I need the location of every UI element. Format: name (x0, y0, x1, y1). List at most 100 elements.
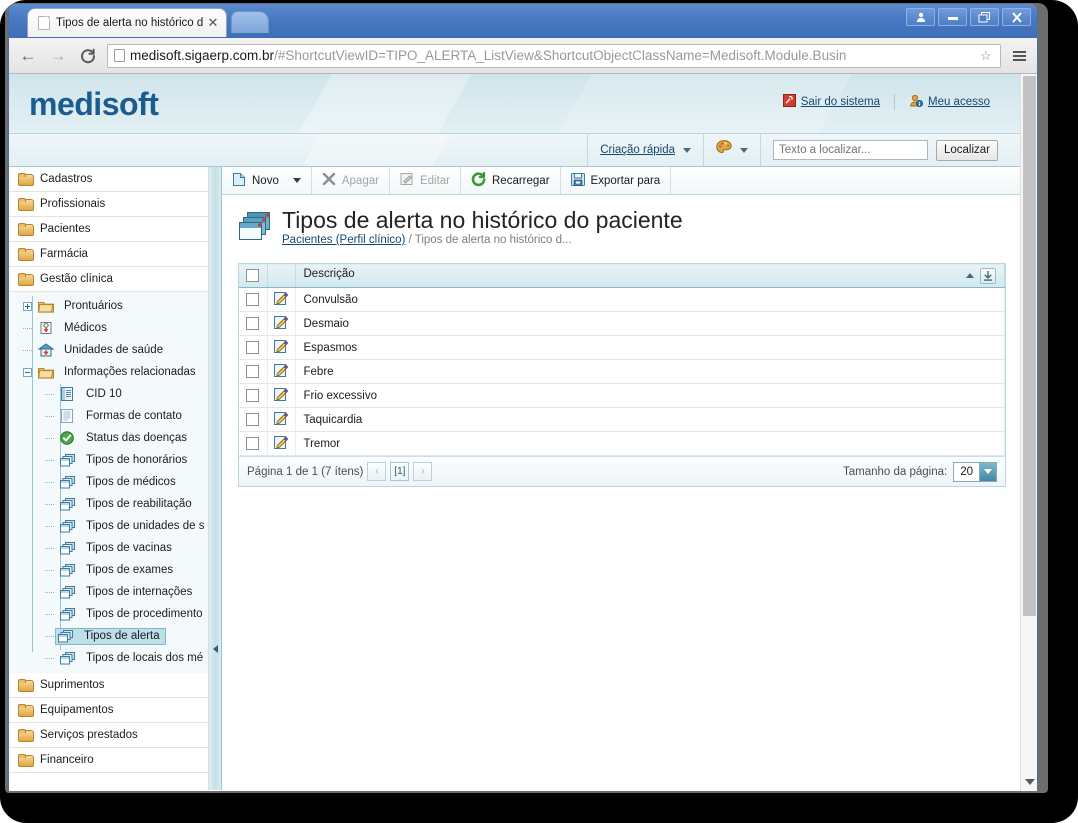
sidebar-tree-item-tipos-de-alerta[interactable]: Tipos de alerta (9, 625, 208, 647)
palette-icon[interactable] (716, 140, 732, 160)
page-size-dropdown-icon[interactable] (979, 462, 996, 481)
row-checkbox[interactable] (246, 437, 260, 450)
sidebar-tree-item-tipos-de-unidades-de-s[interactable]: Tipos de unidades de s (9, 515, 208, 537)
sidebar-tree-item-formas-de-contato[interactable]: Formas de contato (9, 405, 208, 427)
browser-tab[interactable]: Tipos de alerta no histórico d ✕ (27, 8, 227, 37)
page-size-select[interactable]: 20 (953, 461, 997, 482)
sidebar-item-3[interactable]: Farmácia (9, 242, 208, 267)
sidebar-tree-item-status-das-doen-as[interactable]: Status das doenças (9, 427, 208, 449)
edit-row-icon[interactable] (273, 363, 289, 381)
edit-button[interactable]: Editar (390, 167, 461, 194)
sidebar-splitter[interactable] (209, 167, 222, 790)
column-chooser-icon[interactable] (980, 267, 996, 284)
bookmark-star-icon[interactable]: ☆ (980, 48, 996, 64)
new-dropdown-icon[interactable] (292, 178, 301, 183)
collapse-icon[interactable] (23, 367, 32, 377)
export-button[interactable]: Exportar para (561, 167, 672, 194)
forward-icon[interactable]: → (47, 45, 69, 67)
next-page-button[interactable]: › (413, 462, 433, 481)
grid-table: Descrição Convulsão Desmaio Espasmos Feb… (239, 263, 1005, 456)
edit-row-icon[interactable] (273, 291, 289, 309)
row-checkbox[interactable] (246, 389, 260, 402)
sidebar-item-0[interactable]: Cadastros (9, 167, 208, 192)
sidebar-tree-item-tipos-de-locais-dos-m[interactable]: Tipos de locais dos mé (9, 647, 208, 669)
delete-button-label: Apagar (341, 174, 379, 187)
quick-create-link[interactable]: Criação rápida (600, 144, 675, 156)
edit-row-icon[interactable] (273, 411, 289, 429)
search-input[interactable] (773, 140, 928, 160)
page-1-button[interactable]: [1] (390, 462, 410, 481)
edit-row-icon[interactable] (273, 387, 289, 405)
theme-cell[interactable] (703, 134, 760, 166)
minimize-window-button[interactable] (938, 8, 967, 26)
sidebar-tree-item-tipos-de-honor-rios[interactable]: Tipos de honorários (9, 449, 208, 471)
table-row[interactable]: Frio excessivo (239, 383, 1005, 408)
reload-button[interactable]: Recarregar (461, 167, 561, 194)
browser-menu-icon[interactable] (1009, 50, 1029, 61)
logout-label: Sair do sistema (800, 96, 880, 108)
row-checkbox[interactable] (246, 293, 260, 306)
chevron-down-icon-theme[interactable] (740, 147, 748, 153)
sidebar-tree-item-unidades-de-sa-de[interactable]: Unidades de saúde (9, 339, 208, 361)
sidebar-tree-item-tipos-de-m-dicos[interactable]: Tipos de médicos (9, 471, 208, 493)
close-window-button[interactable] (1002, 8, 1031, 26)
edit-row-icon[interactable] (273, 339, 289, 357)
sidebar-tree-item-prontu-rios[interactable]: Prontuários (9, 295, 208, 317)
table-row[interactable]: Febre (239, 359, 1005, 384)
sidebar-item-bottom-0[interactable]: Suprimentos (9, 673, 208, 698)
new-tab-button[interactable] (231, 11, 269, 33)
sidebar-item-2[interactable]: Pacientes (9, 217, 208, 242)
sidebar-tree-item-tipos-de-procedimento[interactable]: Tipos de procedimento (9, 603, 208, 625)
page-scrollbar-thumb[interactable] (1023, 76, 1036, 616)
new-button[interactable]: Novo (222, 167, 312, 194)
breadcrumb-parent-link[interactable]: Pacientes (Perfil clínico) (282, 234, 405, 246)
descricao-column-header[interactable]: Descrição (295, 263, 1005, 288)
edit-row-icon[interactable] (273, 315, 289, 333)
row-checkbox[interactable] (246, 341, 260, 354)
sidebar-tree-item-m-dicos[interactable]: Médicos (9, 317, 208, 339)
reload-icon[interactable] (77, 45, 99, 67)
search-button[interactable]: Localizar (936, 139, 998, 161)
sidebar-tree-item-tipos-de-reabilita-o[interactable]: Tipos de reabilitação (9, 493, 208, 515)
table-row[interactable]: Tremor (239, 431, 1005, 456)
previous-page-button[interactable]: ‹ (367, 462, 387, 481)
row-checkbox[interactable] (246, 413, 260, 426)
address-bar[interactable]: medisoft.sigaerp.com.br/#ShortcutViewID=… (107, 43, 1001, 68)
sidebar-item-4[interactable]: Gestão clínica (9, 267, 208, 292)
chevron-down-icon[interactable] (683, 147, 691, 153)
scroll-down-icon[interactable] (1025, 779, 1035, 785)
app-subheader: Criação rápida Texto a localizar... Loca… (9, 134, 1022, 167)
select-all-checkbox[interactable] (246, 269, 260, 282)
sidebar-item-bottom-2[interactable]: Serviços prestados (9, 723, 208, 748)
sidebar-item-bottom-3[interactable]: Financeiro (9, 748, 208, 773)
collapse-sidebar-icon[interactable] (213, 645, 218, 653)
user-profile-icon[interactable] (906, 8, 935, 26)
page-scrollbar[interactable] (1020, 74, 1037, 791)
restore-window-button[interactable] (970, 8, 999, 26)
row-checkbox[interactable] (246, 365, 260, 378)
edit-row-icon[interactable] (273, 435, 289, 453)
row-checkbox[interactable] (246, 317, 260, 330)
back-icon[interactable]: ← (17, 45, 39, 67)
table-row[interactable]: Convulsão (239, 287, 1005, 312)
sidebar-tree-item-cid-10[interactable]: CID 10 (9, 383, 208, 405)
close-tab-icon[interactable]: ✕ (206, 16, 220, 30)
sidebar-tree-item-informa-es-relacionadas[interactable]: Informações relacionadas (9, 361, 208, 383)
quick-create-cell[interactable]: Criação rápida (587, 134, 703, 166)
sidebar-tree-item-tipos-de-exames[interactable]: Tipos de exames (9, 559, 208, 581)
table-row[interactable]: Desmaio (239, 311, 1005, 336)
sort-ascending-icon[interactable] (966, 273, 974, 278)
sidebar-item-1[interactable]: Profissionais (9, 192, 208, 217)
table-row[interactable]: Espasmos (239, 335, 1005, 360)
table-row[interactable]: Taquicardia (239, 407, 1005, 432)
logout-link[interactable]: Sair do sistema (769, 94, 894, 110)
sidebar-tree-item-label: Tipos de vacinas (86, 542, 172, 554)
delete-button[interactable]: Apagar (312, 167, 390, 194)
sidebar-item-bottom-1[interactable]: Equipamentos (9, 698, 208, 723)
export-button-label: Exportar para (590, 174, 661, 187)
my-access-link[interactable]: Meu acesso (895, 94, 1004, 110)
sidebar-tree-item-tipos-de-vacinas[interactable]: Tipos de vacinas (9, 537, 208, 559)
sidebar-tree-item-tipos-de-interna-es[interactable]: Tipos de internações (9, 581, 208, 603)
refresh-icon (471, 171, 486, 190)
expand-icon[interactable] (23, 301, 32, 311)
